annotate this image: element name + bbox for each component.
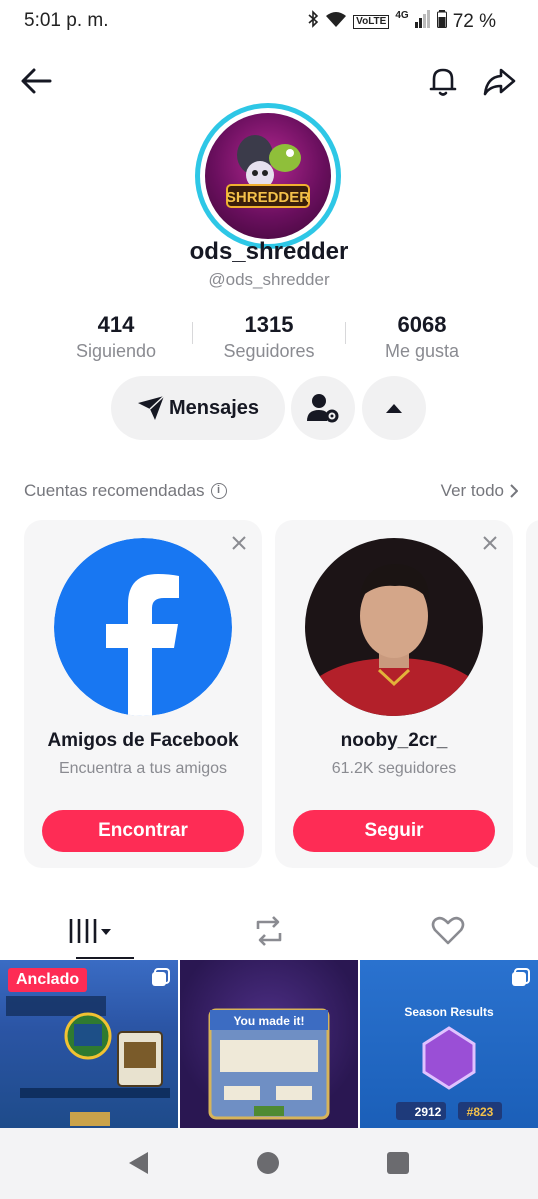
- recommended-card-user: nooby_2cr_ 61.2K seguidores Seguir: [275, 520, 513, 868]
- card-subtitle: 61.2K seguidores: [331, 760, 457, 777]
- recommended-card-partial: [526, 520, 538, 868]
- thumbnail-value: 2912: [415, 1105, 442, 1119]
- heart-icon: [431, 916, 464, 945]
- avatar-logo-text: SHREDDER: [226, 189, 310, 206]
- stat-value: 414: [97, 312, 135, 337]
- wifi-icon: [325, 10, 347, 33]
- stat-value: 1315: [244, 312, 294, 337]
- thumbnail-art: You made it!: [208, 1008, 330, 1120]
- see-all-label: Ver todo: [440, 481, 504, 500]
- system-nav-bar: [0, 1128, 538, 1199]
- system-recents-button[interactable]: [387, 1152, 409, 1174]
- stat-label: Me gusta: [384, 341, 460, 361]
- multi-image-icon: [152, 968, 170, 986]
- repost-icon: [256, 916, 281, 946]
- notifications-button[interactable]: [424, 62, 462, 100]
- user-settings-icon: [307, 394, 339, 423]
- volte-badge: VoLTE: [353, 14, 390, 29]
- recommended-card-facebook: Amigos de Facebook Encuentra a tus amigo…: [24, 520, 262, 868]
- videos-grid-icon: [69, 919, 111, 943]
- status-icons: VoLTE 4G 72 %: [307, 10, 496, 33]
- facebook-icon: [54, 538, 232, 716]
- signal-icon: [414, 10, 431, 33]
- dismiss-button[interactable]: [481, 534, 499, 552]
- add-friend-button[interactable]: [291, 376, 355, 440]
- bell-icon: [429, 68, 457, 96]
- stat-label: Siguiendo: [75, 341, 157, 361]
- thumbnail-title: Season Results: [404, 1005, 494, 1019]
- see-all-link[interactable]: Ver todo: [441, 481, 518, 501]
- tab-videos[interactable]: [0, 903, 179, 959]
- messages-label: Mensajes: [168, 396, 260, 419]
- recommended-header: Cuentas recomendadas i Ver todo: [24, 478, 518, 504]
- share-arrow-icon: [483, 68, 516, 96]
- avatar: SHREDDER: [205, 113, 331, 239]
- dismiss-button[interactable]: [230, 534, 248, 552]
- messages-button[interactable]: Mensajes: [111, 376, 285, 440]
- recommended-title-wrap: Cuentas recomendadas i: [24, 481, 227, 501]
- recommended-title: Cuentas recomendadas: [24, 481, 205, 500]
- stat-likes[interactable]: 6068 Me gusta: [346, 310, 498, 361]
- arrow-left-icon: [21, 68, 52, 94]
- find-friends-button[interactable]: Encontrar: [42, 810, 244, 852]
- video-thumbnail[interactable]: Season Results 2912 #823: [360, 960, 538, 1128]
- system-home-button[interactable]: [257, 1152, 279, 1174]
- tab-reposts[interactable]: [179, 903, 358, 959]
- status-bar: 5:01 p. m. VoLTE 4G 72 %: [0, 0, 538, 44]
- video-thumbnail[interactable]: Anclado: [0, 960, 178, 1128]
- pinned-badge: Anclado: [8, 968, 88, 992]
- share-button[interactable]: [480, 62, 518, 100]
- facebook-logo: [54, 538, 232, 716]
- status-time: 5:01 p. m.: [24, 10, 109, 31]
- back-button[interactable]: [18, 62, 56, 100]
- card-subtitle: Encuentra a tus amigos: [58, 760, 228, 777]
- network-type: 4G: [395, 10, 409, 21]
- card-name: nooby_2cr_: [340, 730, 448, 751]
- profile-handle: @ods_shredder: [208, 270, 330, 289]
- caret-up-icon: [386, 404, 402, 413]
- bluetooth-icon: [307, 10, 319, 33]
- user-avatar[interactable]: [305, 538, 483, 716]
- stat-label: Seguidores: [223, 341, 315, 361]
- battery-percent: 72 %: [452, 10, 496, 32]
- profile-tabs: [0, 903, 538, 959]
- video-thumbnail[interactable]: You made it!: [180, 960, 358, 1128]
- send-icon: [137, 395, 165, 420]
- multi-image-icon: [512, 968, 530, 986]
- close-icon: [483, 536, 497, 550]
- person-photo: [305, 538, 483, 716]
- follow-button[interactable]: Seguir: [293, 810, 495, 852]
- triangle-back-icon: [129, 1152, 148, 1174]
- thumbnail-title: You made it!: [233, 1014, 304, 1028]
- avatar-ring[interactable]: SHREDDER: [195, 103, 341, 249]
- video-grid: Anclado You made it! Season Results 2912…: [0, 960, 538, 1128]
- profile-username: ods_shredder: [189, 238, 349, 265]
- profile-actions: Mensajes: [0, 376, 538, 440]
- info-icon[interactable]: i: [210, 483, 227, 499]
- profile-stats: 414 Siguiendo 1315 Seguidores 6068 Me gu…: [40, 310, 498, 361]
- stat-value: 6068: [397, 312, 447, 337]
- card-name: Amigos de Facebook: [47, 730, 239, 751]
- battery-icon: [436, 10, 447, 33]
- thumbnail-value: #823: [467, 1105, 494, 1119]
- collapse-suggestions-button[interactable]: [362, 376, 426, 440]
- active-tab-indicator: [76, 957, 134, 959]
- avatar-logo-art: SHREDDER: [226, 135, 310, 208]
- tab-liked[interactable]: [358, 903, 537, 959]
- system-back-button[interactable]: [126, 1150, 150, 1181]
- chevron-right-icon: [510, 484, 518, 498]
- close-icon: [232, 536, 246, 550]
- stat-following[interactable]: 414 Siguiendo: [40, 310, 192, 361]
- stat-followers[interactable]: 1315 Seguidores: [193, 310, 345, 361]
- top-nav: [0, 58, 538, 104]
